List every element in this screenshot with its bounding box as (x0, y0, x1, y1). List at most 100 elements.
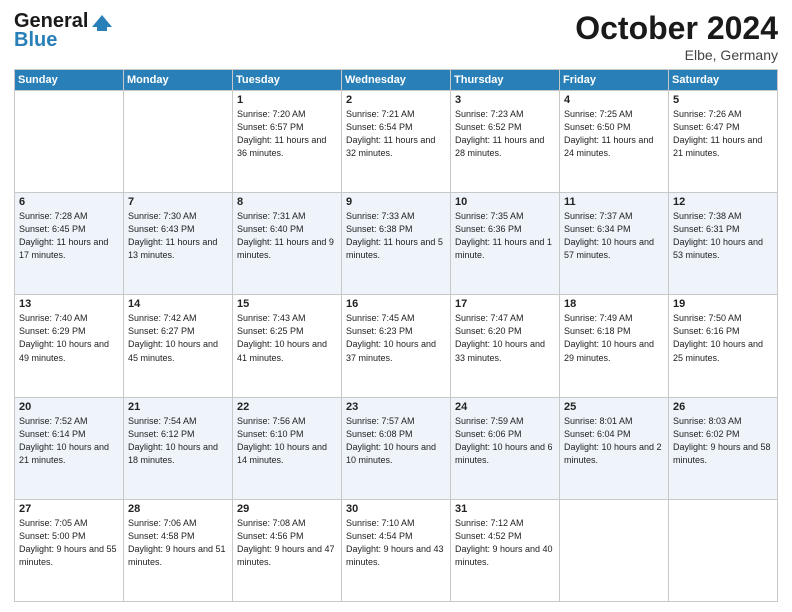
cell-daylight-info: Sunrise: 7:54 AM Sunset: 6:12 PM Dayligh… (128, 415, 228, 467)
calendar-cell: 12 Sunrise: 7:38 AM Sunset: 6:31 PM Dayli… (669, 193, 778, 295)
logo-arrow-icon (90, 13, 112, 31)
calendar-week-row: 6 Sunrise: 7:28 AM Sunset: 6:45 PM Daylig… (15, 193, 778, 295)
calendar-cell: 13 Sunrise: 7:40 AM Sunset: 6:29 PM Dayli… (15, 295, 124, 397)
calendar-cell: 4 Sunrise: 7:25 AM Sunset: 6:50 PM Daylig… (560, 91, 669, 193)
cell-daylight-info: Sunrise: 7:08 AM Sunset: 4:56 PM Dayligh… (237, 517, 337, 569)
day-number: 29 (237, 503, 337, 515)
calendar-header-saturday: Saturday (669, 70, 778, 91)
cell-daylight-info: Sunrise: 7:42 AM Sunset: 6:27 PM Dayligh… (128, 312, 228, 364)
calendar-header-sunday: Sunday (15, 70, 124, 91)
cell-daylight-info: Sunrise: 8:03 AM Sunset: 6:02 PM Dayligh… (673, 415, 773, 467)
month-title: October 2024 (575, 10, 778, 47)
calendar-cell: 5Sunrise: 7:26 AM Sunset: 6:47 PM Daylig… (669, 91, 778, 193)
calendar-header-thursday: Thursday (451, 70, 560, 91)
day-number: 13 (19, 298, 119, 310)
cell-daylight-info: Sunrise: 7:47 AM Sunset: 6:20 PM Dayligh… (455, 312, 555, 364)
cell-daylight-info: Sunrise: 7:21 AM Sunset: 6:54 PM Dayligh… (346, 108, 446, 160)
calendar-cell: 15 Sunrise: 7:43 AM Sunset: 6:25 PM Dayli… (233, 295, 342, 397)
cell-daylight-info: Sunrise: 7:59 AM Sunset: 6:06 PM Dayligh… (455, 415, 555, 467)
day-number: 8 (237, 196, 337, 208)
calendar-body: 1 Sunrise: 7:20 AM Sunset: 6:57 PM Daylig… (15, 91, 778, 602)
day-number: 27 (19, 503, 119, 515)
day-number: 21 (128, 401, 228, 413)
calendar-week-row: 13 Sunrise: 7:40 AM Sunset: 6:29 PM Dayli… (15, 295, 778, 397)
calendar-header-monday: Monday (124, 70, 233, 91)
calendar-cell: 1 Sunrise: 7:20 AM Sunset: 6:57 PM Daylig… (233, 91, 342, 193)
calendar-cell: 24 Sunrise: 7:59 AM Sunset: 6:06 PM Dayli… (451, 397, 560, 499)
day-number: 31 (455, 503, 555, 515)
day-number: 3 (455, 94, 555, 106)
day-number: 28 (128, 503, 228, 515)
page: General Blue October 2024 Elbe, Germany … (0, 0, 792, 612)
calendar-table: SundayMondayTuesdayWednesdayThursdayFrid… (14, 69, 778, 602)
cell-daylight-info: Sunrise: 7:20 AM Sunset: 6:57 PM Dayligh… (237, 108, 337, 160)
day-number: 5 (673, 94, 773, 106)
calendar-cell: 21 Sunrise: 7:54 AM Sunset: 6:12 PM Dayli… (124, 397, 233, 499)
calendar-cell: 10Sunrise: 7:35 AM Sunset: 6:36 PM Dayli… (451, 193, 560, 295)
cell-daylight-info: Sunrise: 7:35 AM Sunset: 6:36 PM Dayligh… (455, 210, 555, 262)
cell-daylight-info: Sunrise: 7:57 AM Sunset: 6:08 PM Dayligh… (346, 415, 446, 467)
cell-daylight-info: Sunrise: 7:43 AM Sunset: 6:25 PM Dayligh… (237, 312, 337, 364)
calendar-cell: 2 Sunrise: 7:21 AM Sunset: 6:54 PM Daylig… (342, 91, 451, 193)
calendar-cell: 27 Sunrise: 7:05 AM Sunset: 5:00 PM Dayli… (15, 499, 124, 601)
day-number: 6 (19, 196, 119, 208)
day-number: 4 (564, 94, 664, 106)
day-number: 11 (564, 196, 664, 208)
cell-daylight-info: Sunrise: 7:23 AM Sunset: 6:52 PM Dayligh… (455, 108, 555, 160)
calendar-cell: 17 Sunrise: 7:47 AM Sunset: 6:20 PM Dayli… (451, 295, 560, 397)
calendar-header-friday: Friday (560, 70, 669, 91)
calendar-week-row: 1 Sunrise: 7:20 AM Sunset: 6:57 PM Daylig… (15, 91, 778, 193)
day-number: 19 (673, 298, 773, 310)
cell-daylight-info: Sunrise: 7:28 AM Sunset: 6:45 PM Dayligh… (19, 210, 119, 262)
day-number: 16 (346, 298, 446, 310)
calendar-cell: 19Sunrise: 7:50 AM Sunset: 6:16 PM Dayli… (669, 295, 778, 397)
cell-daylight-info: Sunrise: 7:52 AM Sunset: 6:14 PM Dayligh… (19, 415, 119, 467)
calendar-cell (124, 91, 233, 193)
day-number: 12 (673, 196, 773, 208)
day-number: 23 (346, 401, 446, 413)
cell-daylight-info: Sunrise: 7:05 AM Sunset: 5:00 PM Dayligh… (19, 517, 119, 569)
day-number: 15 (237, 298, 337, 310)
day-number: 20 (19, 401, 119, 413)
cell-daylight-info: Sunrise: 7:38 AM Sunset: 6:31 PM Dayligh… (673, 210, 773, 262)
day-number: 1 (237, 94, 337, 106)
day-number: 14 (128, 298, 228, 310)
cell-daylight-info: Sunrise: 7:40 AM Sunset: 6:29 PM Dayligh… (19, 312, 119, 364)
calendar-cell: 14 Sunrise: 7:42 AM Sunset: 6:27 PM Dayli… (124, 295, 233, 397)
cell-daylight-info: Sunrise: 7:30 AM Sunset: 6:43 PM Dayligh… (128, 210, 228, 262)
calendar-cell: 31Sunrise: 7:12 AM Sunset: 4:52 PM Dayli… (451, 499, 560, 601)
calendar-header-wednesday: Wednesday (342, 70, 451, 91)
day-number: 7 (128, 196, 228, 208)
day-number: 2 (346, 94, 446, 106)
calendar-cell: 8Sunrise: 7:31 AM Sunset: 6:40 PM Daylig… (233, 193, 342, 295)
calendar-cell: 23 Sunrise: 7:57 AM Sunset: 6:08 PM Dayli… (342, 397, 451, 499)
cell-daylight-info: Sunrise: 7:37 AM Sunset: 6:34 PM Dayligh… (564, 210, 664, 262)
cell-daylight-info: Sunrise: 8:01 AM Sunset: 6:04 PM Dayligh… (564, 415, 664, 467)
logo: General Blue (14, 10, 112, 52)
calendar-cell (15, 91, 124, 193)
calendar-cell: 6 Sunrise: 7:28 AM Sunset: 6:45 PM Daylig… (15, 193, 124, 295)
title-area: October 2024 Elbe, Germany (575, 10, 778, 63)
calendar-cell: 18Sunrise: 7:49 AM Sunset: 6:18 PM Dayli… (560, 295, 669, 397)
calendar-cell: 25 Sunrise: 8:01 AM Sunset: 6:04 PM Dayli… (560, 397, 669, 499)
calendar-week-row: 20 Sunrise: 7:52 AM Sunset: 6:14 PM Dayli… (15, 397, 778, 499)
day-number: 25 (564, 401, 664, 413)
calendar-cell: 28Sunrise: 7:06 AM Sunset: 4:58 PM Dayli… (124, 499, 233, 601)
cell-daylight-info: Sunrise: 7:56 AM Sunset: 6:10 PM Dayligh… (237, 415, 337, 467)
calendar-cell (669, 499, 778, 601)
calendar-week-row: 27 Sunrise: 7:05 AM Sunset: 5:00 PM Dayli… (15, 499, 778, 601)
calendar-header-row: SundayMondayTuesdayWednesdayThursdayFrid… (15, 70, 778, 91)
cell-daylight-info: Sunrise: 7:10 AM Sunset: 4:54 PM Dayligh… (346, 517, 446, 569)
cell-daylight-info: Sunrise: 7:25 AM Sunset: 6:50 PM Dayligh… (564, 108, 664, 160)
calendar-cell: 3 Sunrise: 7:23 AM Sunset: 6:52 PM Daylig… (451, 91, 560, 193)
calendar-cell: 26Sunrise: 8:03 AM Sunset: 6:02 PM Dayli… (669, 397, 778, 499)
calendar-cell: 7 Sunrise: 7:30 AM Sunset: 6:43 PM Daylig… (124, 193, 233, 295)
day-number: 18 (564, 298, 664, 310)
day-number: 17 (455, 298, 555, 310)
calendar-cell: 11 Sunrise: 7:37 AM Sunset: 6:34 PM Dayli… (560, 193, 669, 295)
cell-daylight-info: Sunrise: 7:45 AM Sunset: 6:23 PM Dayligh… (346, 312, 446, 364)
day-number: 22 (237, 401, 337, 413)
day-number: 24 (455, 401, 555, 413)
calendar-cell: 22 Sunrise: 7:56 AM Sunset: 6:10 PM Dayli… (233, 397, 342, 499)
logo-blue: Blue (14, 29, 57, 52)
